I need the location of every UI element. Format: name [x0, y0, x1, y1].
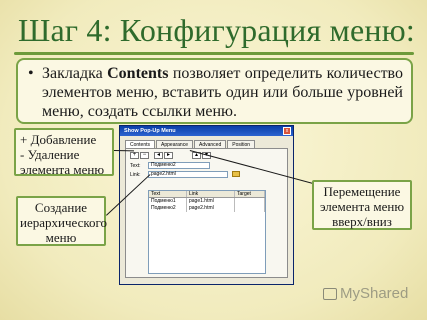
close-icon[interactable]: x: [283, 127, 291, 135]
add-item-button[interactable]: +: [130, 152, 139, 159]
table-row[interactable]: Подменю2 page2.html: [149, 205, 265, 212]
column-header-link: Link: [187, 191, 235, 197]
cell-text: Подменю2: [149, 205, 187, 212]
callout-move: Перемещение элемента меню вверх/вниз: [312, 180, 412, 230]
cell-link: page1.html: [187, 198, 235, 205]
table-row[interactable]: Подменю1 page1.html: [149, 198, 265, 205]
tab-position[interactable]: Position: [227, 140, 256, 148]
cell-target: [235, 198, 265, 205]
column-header-target: Target: [235, 191, 265, 197]
tab-advanced[interactable]: Advanced: [193, 140, 227, 148]
bullet-text-before: Закладка: [42, 65, 108, 82]
indent-right-button[interactable]: ▸: [164, 152, 173, 159]
title-divider: [14, 52, 414, 55]
table-header: Text Link Target: [149, 191, 265, 198]
bullet-icon: •: [28, 65, 34, 82]
dialog-tabs: Contents Appearance Advanced Position: [125, 140, 256, 148]
bullet-box: • Закладка Contents позволяет определить…: [16, 58, 413, 124]
contents-panel: + − ◂ ▸ ▴ ▾ Text: Подменю2 Link: page2.h…: [125, 148, 288, 278]
cell-text: Подменю1: [149, 198, 187, 205]
indent-left-button[interactable]: ◂: [154, 152, 163, 159]
slide: Шаг 4: Конфигурация меню: • Закладка Con…: [0, 0, 427, 320]
bullet-text-bold: Contents: [107, 65, 169, 82]
cell-target: [235, 205, 265, 212]
callout-hierarchy: Создание иерархического меню: [16, 196, 107, 246]
link-label: Link:: [130, 172, 141, 178]
tab-contents[interactable]: Contents: [125, 140, 156, 148]
dialog-title: Show Pop-Up Menu: [120, 126, 293, 136]
popup-menu-dialog: Show Pop-Up Menu x Contents Appearance A…: [119, 125, 294, 285]
column-header-text: Text: [149, 191, 187, 197]
callout-add-remove: + Добавление - Удаление элемента меню: [14, 128, 114, 177]
cell-link: page2.html: [187, 205, 235, 212]
page-title: Шаг 4: Конфигурация меню:: [18, 12, 415, 48]
text-label: Text:: [130, 163, 141, 169]
menu-items-table: Text Link Target Подменю1 page1.html Под…: [148, 190, 266, 274]
remove-item-button[interactable]: −: [140, 152, 149, 159]
connector-line-add: [113, 150, 134, 152]
watermark-logo-icon: [323, 288, 337, 300]
text-input[interactable]: Подменю2: [148, 162, 210, 169]
link-input[interactable]: page2.html: [148, 171, 228, 178]
tab-appearance[interactable]: Appearance: [156, 140, 193, 148]
watermark: MyShared: [340, 285, 409, 302]
folder-icon[interactable]: [232, 171, 240, 177]
